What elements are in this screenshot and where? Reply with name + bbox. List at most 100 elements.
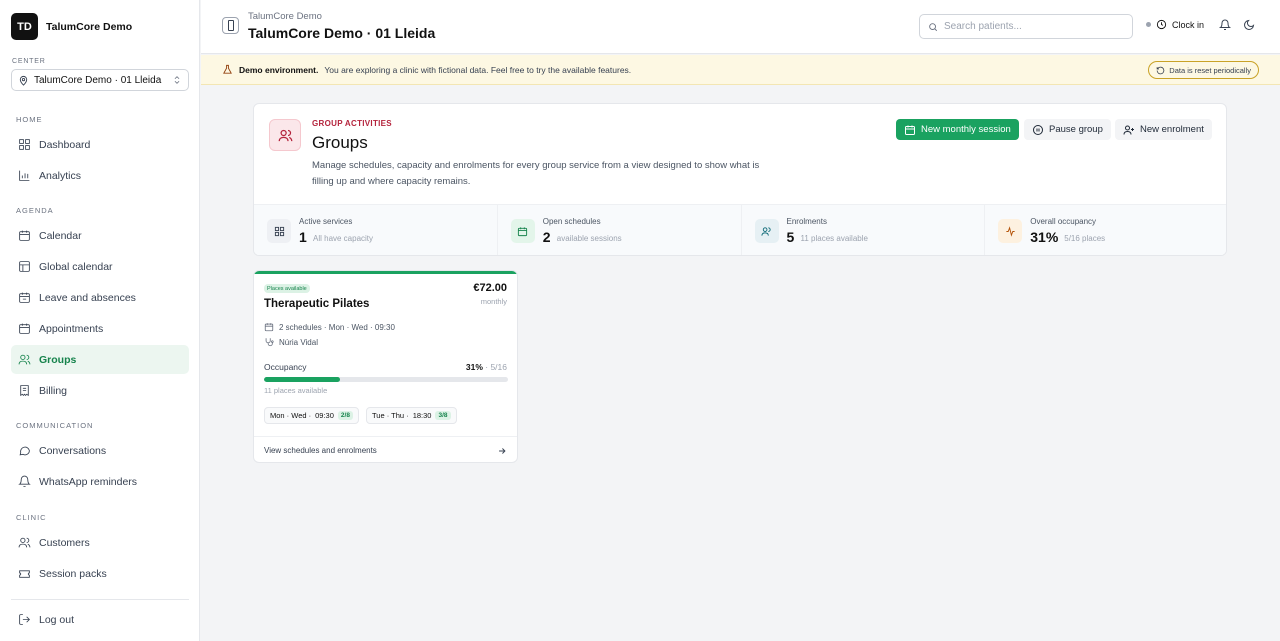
grid-icon	[267, 219, 291, 243]
logout-label: Log out	[39, 613, 75, 626]
service-title: Therapeutic Pilates	[264, 298, 370, 310]
nav-item-customers[interactable]: Customers	[11, 528, 189, 557]
chip-count: 2/8	[337, 411, 353, 420]
stat-sub: All have capacity	[313, 234, 374, 243]
sidebar: TD TalumCore Demo CENTER TalumCore Demo …	[0, 0, 200, 641]
nav-item-groups[interactable]: Groups	[11, 345, 189, 374]
occupancy-value: 31% · 5/16	[466, 362, 507, 372]
stat-open-schedules: Open schedules 2 available sessions	[498, 205, 742, 255]
groups-title: Groups	[312, 133, 368, 152]
service-card[interactable]: Places available Therapeutic Pilates €72…	[253, 270, 518, 463]
stat-label: Active services	[299, 217, 353, 226]
logout-button[interactable]: Log out	[11, 605, 189, 634]
section-eyebrow: GROUP ACTIVITIES	[312, 119, 392, 128]
reset-badge: Data is reset periodically	[1148, 61, 1259, 79]
nav-item-billing[interactable]: Billing	[11, 376, 189, 405]
new-enrolment-button[interactable]: New enrolment	[1115, 119, 1212, 140]
page-title: TalumCore Demo · 01 Lleida	[248, 25, 436, 41]
view-schedules-link[interactable]: View schedules and enrolments	[254, 436, 517, 462]
bell-icon[interactable]	[1219, 19, 1231, 31]
reset-badge-label: Data is reset periodically	[1169, 65, 1251, 75]
nav-item-appointments[interactable]: Appointments	[11, 314, 189, 343]
clock-in-label: Clock in	[1172, 19, 1205, 30]
top-header: TalumCore Demo TalumCore Demo · 01 Lleid…	[201, 0, 1280, 54]
nav-item-label: Customers	[39, 536, 90, 549]
chip-count: 3/8	[435, 411, 451, 420]
schedule-chip[interactable]: Mon · Wed · 09:30 2/8	[264, 407, 359, 424]
stat-active-services: Active services 1 All have capacity	[254, 205, 498, 255]
nav-item-conversations[interactable]: Conversations	[11, 436, 189, 465]
service-therapist: Núria Vidal	[264, 337, 318, 347]
sidebar-divider	[11, 599, 189, 600]
banner-title: Demo environment.	[239, 64, 319, 75]
nav-item-label: Global calendar	[39, 260, 113, 273]
users-icon	[18, 536, 31, 549]
brand[interactable]: TD TalumCore Demo	[11, 13, 132, 40]
location-pin-icon	[18, 75, 29, 86]
banner-text: You are exploring a clinic with fictiona…	[324, 64, 632, 75]
calendar-plus-icon	[904, 124, 916, 136]
stat-value: 5	[786, 229, 795, 245]
activity-icon	[998, 219, 1023, 243]
bell-ring-icon	[18, 475, 31, 488]
search-box[interactable]	[919, 14, 1133, 39]
nav-item-analytics[interactable]: Analytics	[11, 161, 189, 190]
center-select[interactable]: TalumCore Demo · 01 Lleida	[11, 69, 189, 91]
nav-item-calendar[interactable]: Calendar	[11, 221, 189, 250]
schedule-chip[interactable]: Tue · Thu · 18:30 3/8	[366, 407, 457, 424]
chip-time: 09:30	[315, 411, 334, 420]
nav-item-whatsapp[interactable]: WhatsApp reminders	[11, 467, 189, 496]
occupancy-ratio: · 5/16	[485, 362, 507, 372]
section-label-clinic: CLINIC	[16, 513, 47, 522]
groups-overview-card: GROUP ACTIVITIES Groups Manage schedules…	[253, 103, 1227, 256]
user-plus-icon	[1123, 124, 1135, 136]
service-price: €72.00	[473, 282, 507, 294]
refresh-icon	[1156, 66, 1165, 75]
service-accent-bar	[254, 271, 517, 274]
moon-icon[interactable]	[1243, 19, 1255, 31]
nav-item-leave[interactable]: Leave and absences	[11, 283, 189, 312]
pause-group-button[interactable]: Pause group	[1024, 119, 1111, 140]
nav-item-label: Session packs	[39, 567, 107, 580]
demo-banner: Demo environment. You are exploring a cl…	[201, 55, 1280, 85]
chip-time: 18:30	[412, 411, 432, 420]
search-input[interactable]	[944, 21, 1114, 32]
stat-sub: available sessions	[556, 234, 622, 243]
stat-value: 31%	[1030, 229, 1059, 245]
calendar-off-icon	[18, 291, 31, 304]
calendar-check-icon	[18, 322, 31, 335]
nav-item-label: Appointments	[39, 322, 104, 335]
nav-item-session-packs[interactable]: Session packs	[11, 559, 189, 588]
nav-item-label: Groups	[39, 353, 77, 366]
button-label: Pause group	[1049, 124, 1103, 135]
service-period: monthly	[480, 297, 507, 306]
nav-item-label: Leave and absences	[39, 291, 136, 304]
nav-item-label: WhatsApp reminders	[39, 475, 138, 488]
nav-item-label: Dashboard	[39, 138, 91, 151]
breadcrumb: TalumCore Demo	[248, 11, 322, 22]
section-label-agenda: AGENDA	[16, 206, 54, 215]
therapist-name: Núria Vidal	[279, 337, 318, 347]
stat-label: Open schedules	[542, 217, 601, 226]
occupancy-progress-fill	[264, 377, 341, 382]
users-icon	[269, 119, 301, 151]
stat-value: 2	[542, 229, 551, 245]
schedules-text: 2 schedules · Mon · Wed · 09:30	[279, 322, 395, 332]
stat-value: 1	[299, 229, 307, 245]
chevron-up-down-icon	[172, 75, 182, 85]
nav-item-global-calendar[interactable]: Global calendar	[11, 252, 189, 281]
section-label-communication: COMMUNICATION	[16, 421, 94, 430]
nav-item-dashboard[interactable]: Dashboard	[11, 130, 189, 159]
clock-in-button[interactable]: Clock in	[1146, 19, 1204, 30]
service-schedules: 2 schedules · Mon · Wed · 09:30	[264, 322, 395, 332]
places-available: 11 places available	[264, 386, 328, 395]
sidebar-toggle-icon[interactable]	[222, 17, 239, 34]
stat-sub: 5/16 places	[1064, 234, 1106, 243]
status-dot	[1146, 22, 1151, 27]
clock-icon	[1156, 19, 1167, 30]
new-monthly-session-button[interactable]: New monthly session	[896, 119, 1019, 140]
stat-enrolments: Enrolments 5 11 places available	[742, 205, 986, 255]
nav-item-label: Billing	[39, 384, 68, 397]
chip-days: Mon · Wed ·	[270, 411, 312, 420]
button-label: New monthly session	[921, 124, 1011, 135]
